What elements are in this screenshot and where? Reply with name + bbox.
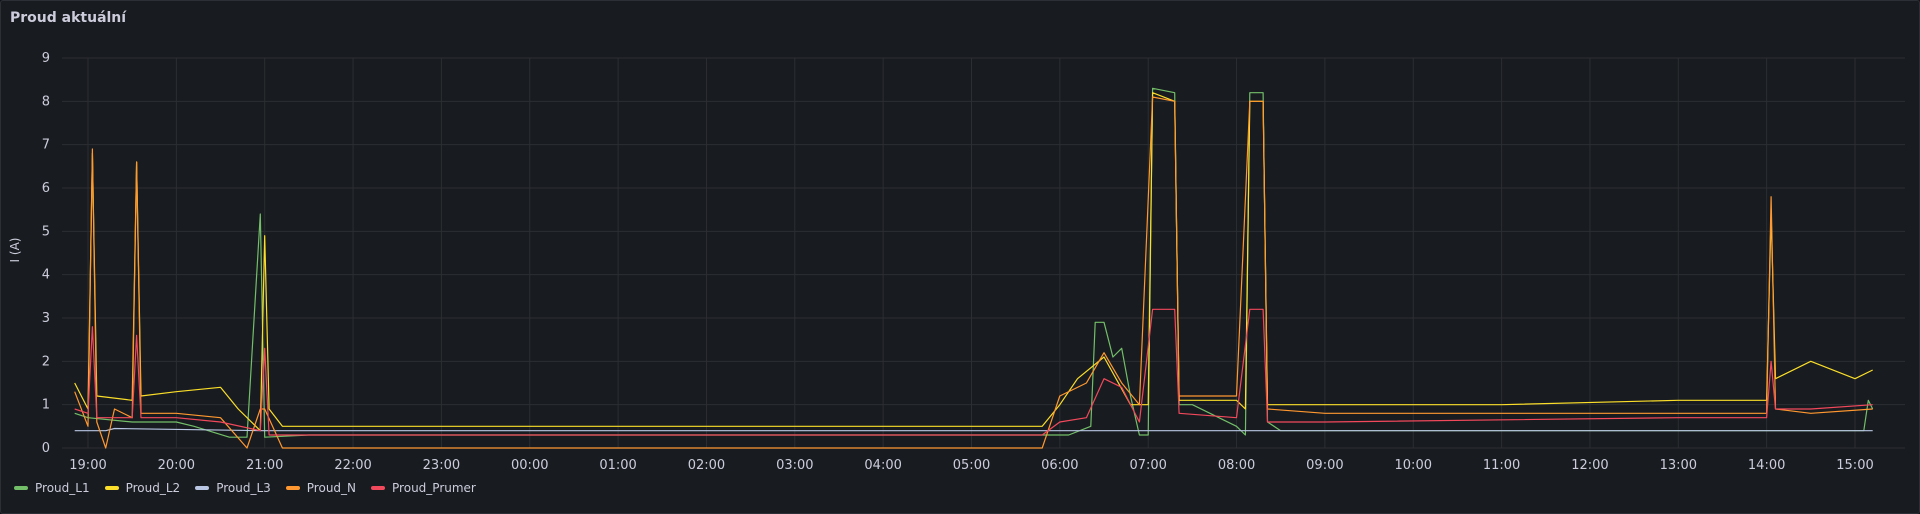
legend-item-proud-l1[interactable]: Proud_L1 xyxy=(14,481,90,495)
series-line-proud-l3 xyxy=(74,427,1873,432)
legend-label: Proud_Prumer xyxy=(392,481,476,495)
legend-swatch xyxy=(104,486,119,490)
legend-label: Proud_L1 xyxy=(35,481,90,495)
line-chart: 0 1 2 3 4 5 6 7 8 9 19:00 20:00 21:00 22:00 23:00 00:0… xyxy=(8,51,1905,473)
series-line-proud-n xyxy=(74,96,1873,449)
x-tick-label: 00:00 xyxy=(511,458,548,473)
x-tick-label: 03:00 xyxy=(776,458,813,473)
y-tick-label: 1 xyxy=(42,398,50,413)
y-tick-label: 4 xyxy=(42,268,50,283)
y-axis: 0 1 2 3 4 5 6 7 8 9 xyxy=(42,51,50,456)
legend-item-proud-n[interactable]: Proud_N xyxy=(285,481,357,495)
x-tick-label: 07:00 xyxy=(1129,458,1166,473)
x-tick-label: 20:00 xyxy=(158,458,195,473)
x-tick-label: 04:00 xyxy=(864,458,901,473)
grid xyxy=(62,57,1905,449)
x-tick-label: 13:00 xyxy=(1660,458,1697,473)
series-line-proud-l1 xyxy=(74,87,1874,438)
x-tick-label: 15:00 xyxy=(1836,458,1873,473)
y-tick-label: 5 xyxy=(42,224,50,239)
x-tick-label: 02:00 xyxy=(688,458,725,473)
x-tick-label: 05:00 xyxy=(953,458,990,473)
series-lines xyxy=(74,87,1874,449)
x-tick-label: 08:00 xyxy=(1218,458,1255,473)
y-tick-label: 7 xyxy=(42,138,50,153)
legend-swatch xyxy=(14,486,28,490)
legend-swatch xyxy=(371,486,386,490)
y-tick-label: 9 xyxy=(42,51,50,66)
series-line-proud-prumer xyxy=(74,308,1873,436)
y-tick-label: 6 xyxy=(42,181,50,196)
legend-item-proud-l3[interactable]: Proud_L3 xyxy=(195,481,271,495)
x-tick-label: 09:00 xyxy=(1306,458,1343,473)
legend-item-proud-l2[interactable]: Proud_L2 xyxy=(104,481,181,495)
y-tick-label: 0 xyxy=(42,441,50,456)
y-tick-label: 2 xyxy=(42,354,50,369)
legend-label: Proud_L3 xyxy=(216,481,271,495)
legend-label: Proud_N xyxy=(306,481,357,495)
x-tick-label: 23:00 xyxy=(423,458,460,473)
legend: Proud_L1 Proud_L2 Proud_L3 Proud_N Proud_Pru… xyxy=(14,481,476,495)
x-tick-label: 21:00 xyxy=(246,458,283,473)
y-tick-label: 8 xyxy=(42,94,50,109)
x-tick-label: 12:00 xyxy=(1571,458,1608,473)
x-tick-label: 06:00 xyxy=(1041,458,1078,473)
x-tick-label: 01:00 xyxy=(599,458,636,473)
legend-swatch xyxy=(195,486,210,490)
x-axis: 19:00 20:00 21:00 22:00 23:00 00:00 01:00 02:00… xyxy=(69,458,1873,473)
legend-label: Proud_L2 xyxy=(125,481,181,495)
legend-item-proud-prumer[interactable]: Proud_Prumer xyxy=(371,481,476,495)
series-line-proud-l2 xyxy=(74,92,1873,432)
x-tick-label: 14:00 xyxy=(1748,458,1785,473)
x-tick-label: 19:00 xyxy=(69,458,106,473)
y-tick-label: 3 xyxy=(42,311,50,326)
y-axis-label: I (A) xyxy=(8,238,22,263)
legend-swatch xyxy=(285,486,300,490)
x-tick-label: 11:00 xyxy=(1483,458,1520,473)
x-tick-label: 22:00 xyxy=(334,458,371,473)
x-tick-label: 10:00 xyxy=(1395,458,1432,473)
